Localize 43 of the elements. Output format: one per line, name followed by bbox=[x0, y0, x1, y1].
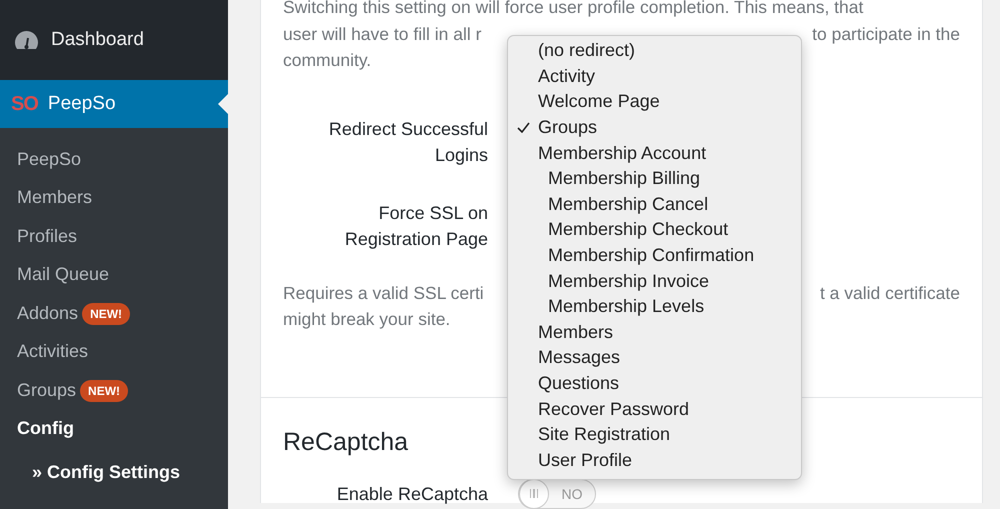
dropdown-option[interactable]: Site Registration bbox=[508, 422, 801, 448]
dropdown-option[interactable]: Membership Confirmation bbox=[508, 242, 801, 268]
new-badge: NEW! bbox=[80, 380, 128, 402]
description-text: might break your site. bbox=[283, 308, 450, 331]
submenu-item[interactable]: Groups bbox=[17, 380, 76, 401]
submenu-item[interactable]: Mail Queue bbox=[17, 264, 110, 286]
dropdown-option[interactable]: Membership Checkout bbox=[508, 217, 801, 243]
setting-label: Enable ReCaptcha bbox=[336, 482, 488, 506]
setting-label: Force SSL on Registration Page bbox=[344, 202, 488, 251]
submenu-item[interactable]: Addons bbox=[17, 302, 78, 324]
description-text: t a valid certificate bbox=[820, 282, 960, 304]
dropdown-option[interactable]: Membership Account bbox=[508, 140, 801, 166]
dropdown-option[interactable]: Membership Cancel bbox=[508, 192, 801, 218]
logo-icon: SO bbox=[11, 92, 38, 116]
dropdown-option[interactable]: Activity bbox=[508, 64, 801, 90]
section-title: ReCaptcha bbox=[283, 428, 408, 456]
dropdown-option[interactable]: (no redirect) bbox=[508, 38, 801, 64]
description-text: community. bbox=[283, 49, 372, 72]
dropdown-option[interactable]: Membership Invoice bbox=[508, 268, 801, 294]
dropdown-option[interactable]: Membership Billing bbox=[508, 166, 801, 192]
dropdown-option[interactable]: Welcome Page bbox=[508, 89, 801, 115]
dropdown-option[interactable]: Membership Levels bbox=[508, 294, 801, 320]
setting-label: Redirect Successful Logins bbox=[328, 118, 488, 167]
new-badge: NEW! bbox=[82, 303, 130, 326]
dropdown-option[interactable]: Recover Password bbox=[508, 396, 801, 422]
dropdown-option[interactable]: Groups bbox=[508, 114, 801, 140]
submenu-item[interactable]: Config bbox=[17, 418, 74, 440]
submenu-item[interactable]: Activities bbox=[17, 341, 88, 362]
submenu-item[interactable]: » Config Settings bbox=[32, 462, 180, 482]
submenu-item[interactable]: Profiles bbox=[17, 226, 78, 247]
dropdown-option[interactable]: User Profile bbox=[508, 448, 801, 474]
description-text: user will have to fill in all r bbox=[283, 22, 482, 46]
dropdown-option[interactable]: Questions bbox=[508, 370, 801, 396]
dashboard-icon bbox=[14, 30, 39, 50]
dropdown-option[interactable]: Members bbox=[508, 320, 801, 346]
submenu-item[interactable]: Members bbox=[17, 187, 92, 208]
description-text: to participate in the bbox=[812, 22, 960, 46]
menu-item[interactable]: Dashboard bbox=[51, 29, 144, 51]
dropdown-option[interactable]: Messages bbox=[508, 345, 801, 371]
menu-item[interactable]: SO PeepSo bbox=[0, 80, 228, 128]
submenu-item[interactable]: PeepSo bbox=[17, 148, 82, 170]
description-text: Switching this setting on will force user profile completion. This means, that bbox=[283, 0, 864, 19]
description-text: Requires a valid SSL certi bbox=[283, 282, 484, 305]
